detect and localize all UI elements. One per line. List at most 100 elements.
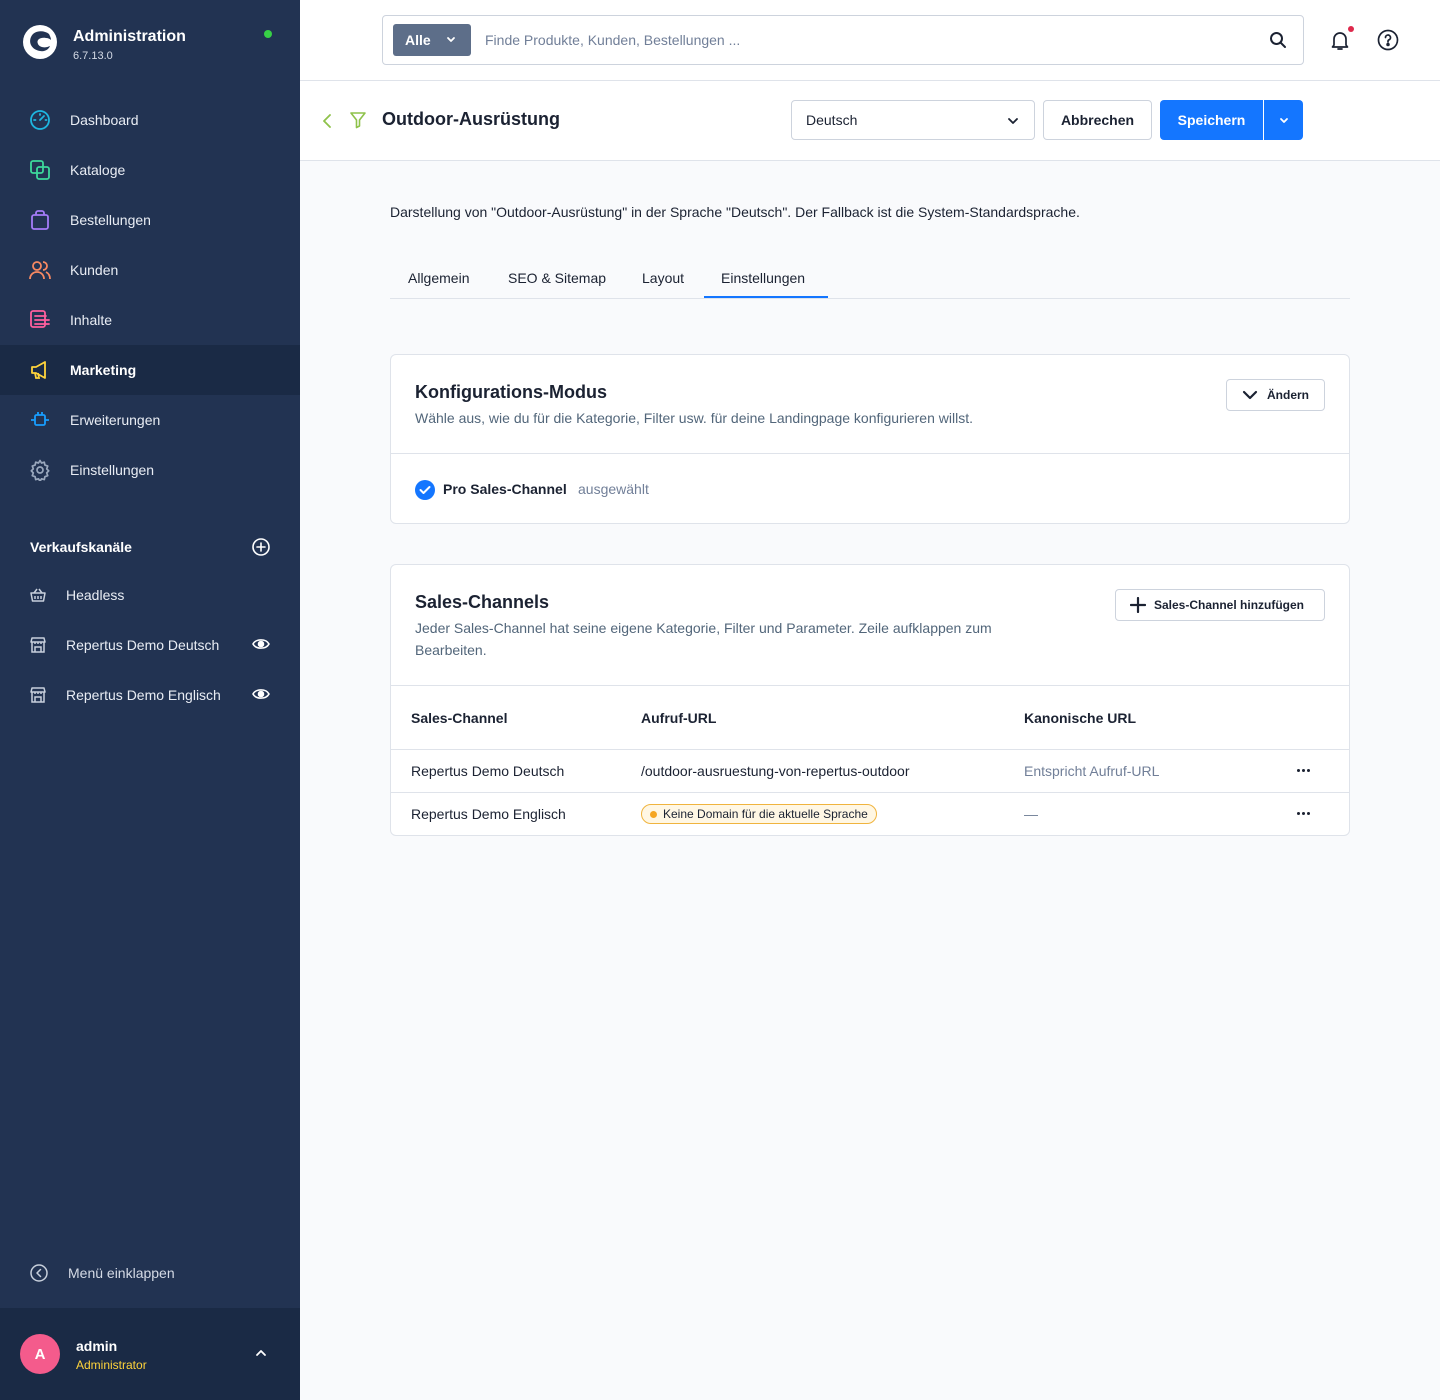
divider: [391, 792, 1349, 793]
notification-bell-icon[interactable]: [1328, 28, 1352, 52]
smart-bar: Outdoor-Ausrüstung Deutsch Abbrechen Spe…: [300, 81, 1440, 161]
add-sales-channel-label: Sales-Channel hinzufügen: [1154, 598, 1305, 612]
nav-item-kunden[interactable]: Kunden: [0, 245, 300, 295]
nav-label: Einstellungen: [70, 462, 155, 478]
column-header-aufruf-url[interactable]: Aufruf-URL: [641, 710, 716, 726]
nav-label: Bestellungen: [70, 212, 151, 228]
nav-label: Inhalte: [70, 312, 113, 328]
add-sales-channel-button[interactable]: Sales-Channel hinzufügen: [1115, 589, 1325, 621]
top-bar: Alle: [300, 0, 1440, 81]
sales-channel-item-repertus-demo-deutsch[interactable]: Repertus Demo Deutsch: [0, 620, 300, 670]
sales-channel-list: Headless Repertus Demo Deutsch Repertus …: [0, 570, 300, 720]
row-sales-channel: Repertus Demo Englisch: [411, 806, 566, 822]
status-indicator: [264, 30, 272, 38]
search-type-select[interactable]: Alle: [393, 24, 471, 56]
config-mode-card: Konfigurations-Modus Wähle aus, wie du f…: [390, 354, 1350, 524]
sales-channels-card: Sales-Channels Jeder Sales-Channel hat s…: [390, 564, 1350, 836]
sales-channel-item-headless[interactable]: Headless: [0, 570, 300, 620]
warning-badge-label: Keine Domain für die aktuelle Sprache: [663, 807, 868, 821]
sales-channel-label: Repertus Demo Englisch: [66, 687, 221, 703]
sales-channel-label: Repertus Demo Deutsch: [66, 637, 220, 653]
nav-item-erweiterungen[interactable]: Erweiterungen: [0, 395, 300, 445]
plus-icon: [1130, 597, 1146, 613]
orders-icon: [28, 208, 52, 232]
sales-channels-card-subtitle-line2: Bearbeiten.: [415, 642, 487, 658]
change-mode-button[interactable]: Ändern: [1226, 379, 1325, 411]
cancel-button[interactable]: Abbrechen: [1043, 100, 1152, 140]
tab-einstellungen[interactable]: Einstellungen: [721, 270, 805, 286]
search-icon[interactable]: [1269, 31, 1287, 49]
nav-item-inhalte[interactable]: Inhalte: [0, 295, 300, 345]
help-icon[interactable]: [1377, 29, 1399, 51]
sales-channels-header: Verkaufskanäle: [30, 538, 270, 556]
content-icon: [28, 308, 52, 332]
row-actions-icon[interactable]: [1297, 769, 1310, 772]
dashboard-icon: [28, 108, 52, 132]
tab-allgemein[interactable]: Allgemein: [408, 270, 469, 286]
change-mode-label: Ändern: [1267, 388, 1309, 402]
nav-label: Erweiterungen: [70, 412, 161, 428]
shopware-logo-icon: [23, 25, 57, 59]
avatar: A: [20, 1334, 60, 1374]
row-url: /outdoor-ausruestung-von-repertus-outdoo…: [641, 763, 910, 779]
sales-channels-title: Verkaufskanäle: [30, 539, 132, 555]
divider: [391, 749, 1349, 750]
storefront-icon: [28, 635, 48, 655]
notification-badge: [1348, 26, 1354, 32]
row-canonical-url: Entspricht Aufruf-URL: [1024, 763, 1160, 779]
nav-item-bestellungen[interactable]: Bestellungen: [0, 195, 300, 245]
tab-bar: Allgemein SEO & Sitemap Layout Einstellu…: [390, 261, 1350, 299]
save-button[interactable]: Speichern: [1160, 100, 1263, 140]
user-name: admin: [76, 1338, 118, 1354]
chevron-down-icon: [1242, 390, 1258, 400]
nav-label: Marketing: [70, 362, 137, 378]
nav-item-kataloge[interactable]: Kataloge: [0, 145, 300, 195]
column-header-sales-channel[interactable]: Sales-Channel: [411, 710, 507, 726]
language-select-value: Deutsch: [806, 112, 858, 128]
megaphone-icon: [28, 358, 52, 382]
nav-item-marketing[interactable]: Marketing: [0, 345, 300, 395]
divider: [391, 685, 1349, 686]
plugin-icon: [28, 408, 52, 432]
sales-channel-item-repertus-demo-englisch[interactable]: Repertus Demo Englisch: [0, 670, 300, 720]
warning-dot-icon: [650, 810, 657, 818]
chevron-down-icon: [1008, 118, 1018, 124]
row-sales-channel: Repertus Demo Deutsch: [411, 763, 565, 779]
eye-icon[interactable]: [252, 687, 270, 701]
storefront-icon: [28, 685, 48, 705]
tab-layout[interactable]: Layout: [642, 270, 684, 286]
collapse-menu-button[interactable]: Menü einklappen: [30, 1264, 175, 1282]
catalogue-icon: [28, 158, 52, 182]
nav-item-einstellungen[interactable]: Einstellungen: [0, 445, 300, 495]
customers-icon: [28, 258, 52, 282]
language-select[interactable]: Deutsch: [791, 100, 1035, 140]
chevron-up-icon[interactable]: [254, 1348, 268, 1358]
sales-channels-card-subtitle-line1: Jeder Sales-Channel hat seine eigene Kat…: [415, 620, 992, 636]
brand[interactable]: Administration 6.7.13.0: [22, 24, 186, 62]
tab-seo-sitemap[interactable]: SEO & Sitemap: [508, 270, 606, 286]
nav-item-dashboard[interactable]: Dashboard: [0, 95, 300, 145]
column-header-kanonische-url[interactable]: Kanonische URL: [1024, 710, 1136, 726]
back-arrow-icon[interactable]: [320, 112, 334, 130]
nav-label: Kunden: [70, 262, 119, 278]
selected-mode-name: Pro Sales-Channel: [443, 481, 567, 497]
checkmark-icon: [415, 480, 435, 500]
chevron-down-icon: [447, 37, 455, 42]
app-version: 6.7.13.0: [73, 50, 113, 62]
search-type-label: Alle: [405, 32, 431, 48]
chevron-down-icon: [1279, 118, 1288, 123]
chevron-left-circle-icon: [30, 1264, 48, 1282]
global-search: Alle: [382, 15, 1304, 65]
eye-icon[interactable]: [252, 637, 270, 651]
divider: [391, 453, 1349, 454]
config-mode-title: Konfigurations-Modus: [415, 382, 607, 402]
save-options-button[interactable]: [1264, 100, 1303, 140]
add-sales-channel-icon[interactable]: [252, 538, 270, 556]
search-input[interactable]: [485, 28, 1245, 52]
active-tab-indicator: [704, 296, 828, 298]
user-menu[interactable]: A admin Administrator: [0, 1308, 300, 1400]
row-actions-icon[interactable]: [1297, 812, 1310, 815]
filter-icon: [350, 112, 366, 129]
warning-badge: Keine Domain für die aktuelle Sprache: [641, 804, 877, 824]
config-mode-subtitle: Wähle aus, wie du für die Kategorie, Fil…: [415, 410, 973, 426]
